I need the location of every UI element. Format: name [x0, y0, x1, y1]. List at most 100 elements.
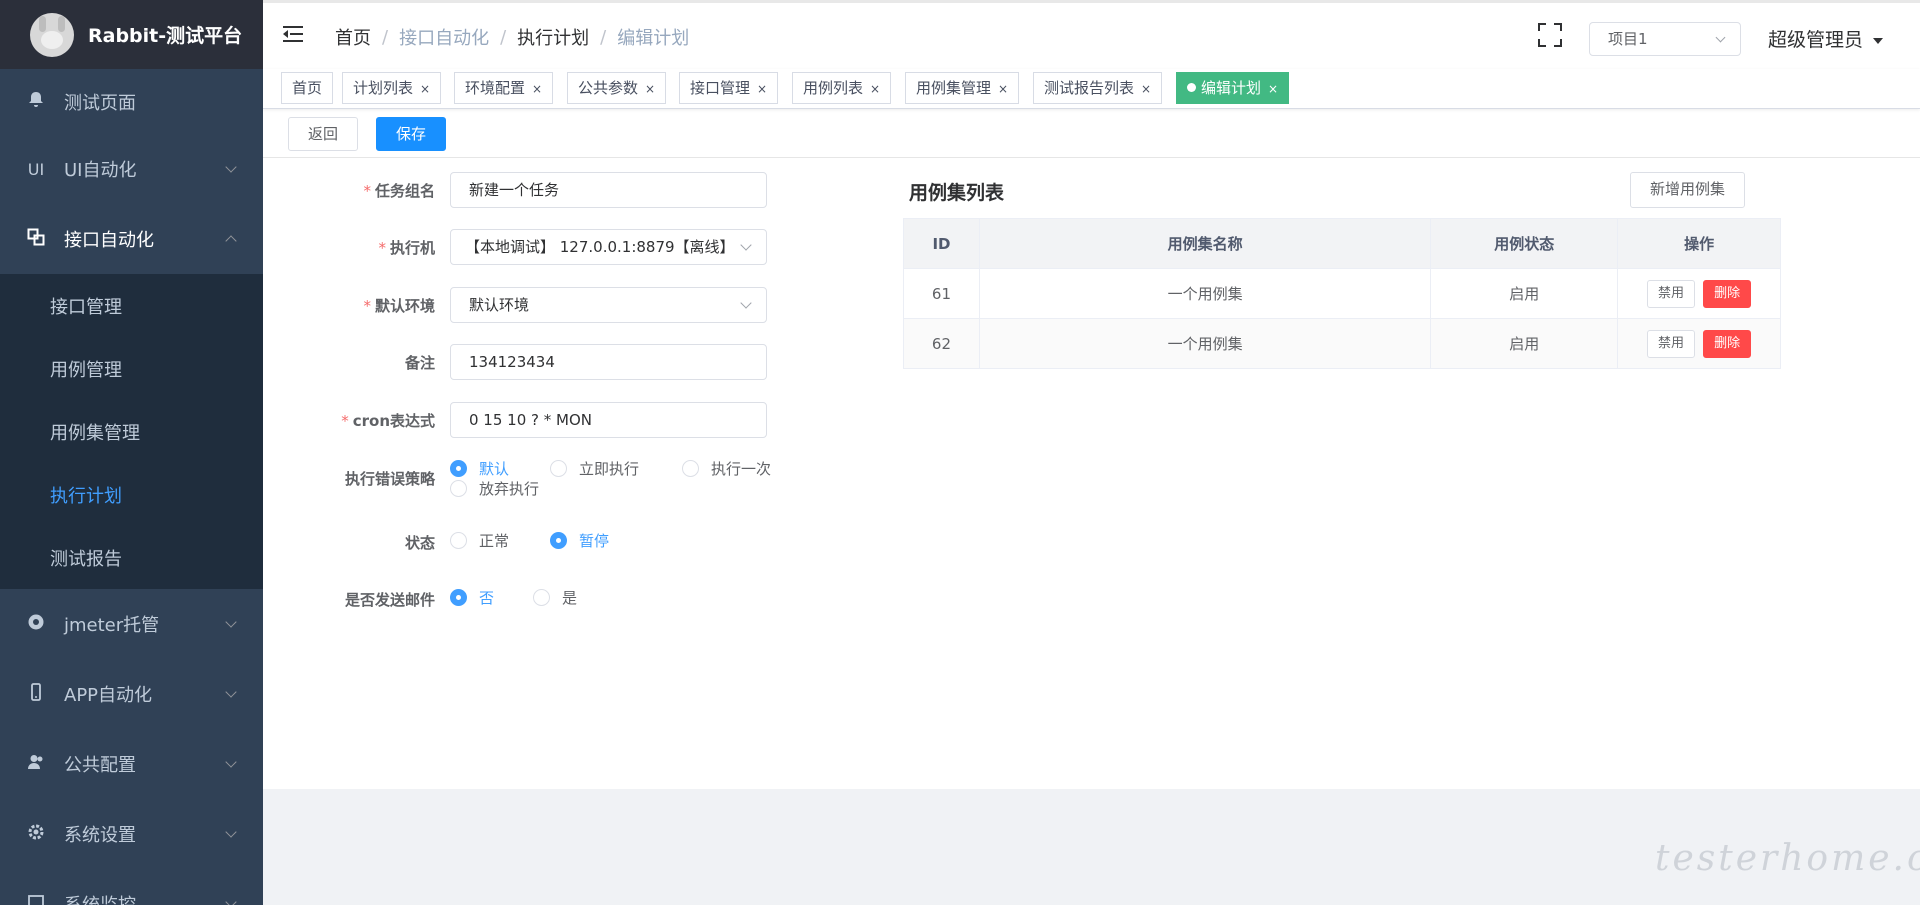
caseset-list-title: 用例集列表 [909, 182, 1005, 204]
radio-circle [533, 589, 550, 606]
sidebar-item-caseset-manage[interactable]: 用例集管理 [0, 400, 263, 463]
sidebar-item-test-report[interactable]: 测试报告 [0, 526, 263, 589]
menu-label: 接口自动化 [64, 230, 154, 251]
back-button[interactable]: 返回 [288, 117, 358, 151]
cell-name: 一个用例集 [979, 318, 1432, 369]
radio-circle [550, 532, 567, 549]
project-select[interactable]: 项目1 [1589, 22, 1741, 56]
status-radio-paused[interactable]: 暂停 [550, 530, 609, 551]
cron-label: * cron表达式 [341, 412, 435, 430]
tag-label: 用例列表 [803, 79, 864, 97]
breadcrumb-home[interactable]: 首页 [335, 24, 371, 50]
monitor-icon [26, 893, 46, 905]
disable-button[interactable]: 禁用 [1647, 279, 1696, 308]
user-dropdown[interactable]: 超级管理员 [1768, 25, 1884, 52]
strategy-radio-immediate[interactable]: 立即执行 [550, 458, 639, 479]
menu-item-test-page[interactable]: 测试页面 [0, 69, 263, 134]
menu-item-ui-automation[interactable]: UI UI自动化 [0, 134, 263, 204]
watermark: testerhome.com [1655, 838, 1920, 879]
tag-env-config[interactable]: 环境配置 × [454, 72, 554, 104]
form-row-env: * 默认环境 默认环境 [263, 287, 783, 323]
form-row-name: * 任务组名 新建一个任务 [263, 172, 783, 208]
close-icon[interactable]: × [757, 82, 767, 96]
column-header-actions: 操作 [1617, 218, 1781, 269]
caseset-table: ID 用例集名称 用例状态 操作 61 一个用例集 启用 禁用 删除 62 一个用… [903, 218, 1781, 369]
strategy-radio-default[interactable]: 默认 [450, 458, 509, 479]
form-row-strategy: 执行错误策略 默认 立即执行 执行一次 放弃执行 [263, 458, 783, 502]
cell-actions: 禁用 删除 [1617, 268, 1781, 319]
logo[interactable]: Rabbit-测试平台 [0, 0, 263, 69]
email-radio-yes[interactable]: 是 [533, 587, 577, 608]
status-radio-normal[interactable]: 正常 [450, 530, 509, 551]
sidebar-item-interface-manage[interactable]: 接口管理 [0, 274, 263, 337]
tag-plan-list[interactable]: 计划列表 × [342, 72, 442, 104]
menu-label: 测试页面 [64, 92, 136, 114]
menu-item-jmeter[interactable]: jmeter托管 [0, 589, 263, 659]
executor-value: 【本地调试】 127.0.0.1:8879【离线】 [465, 238, 735, 256]
table-header-row: ID 用例集名称 用例状态 操作 [903, 218, 1781, 269]
executor-select[interactable]: 【本地调试】 127.0.0.1:8879【离线】 [450, 229, 767, 265]
env-select[interactable]: 默认环境 [450, 287, 767, 323]
menu-item-system-monitor[interactable]: 系统监控 [0, 869, 263, 905]
menu-item-system-settings[interactable]: 系统设置 [0, 799, 263, 869]
cron-input[interactable]: 0 15 10 ? * MON [450, 402, 767, 438]
user-name: 超级管理员 [1768, 29, 1864, 51]
chrome-icon [26, 613, 46, 636]
bell-icon [26, 90, 46, 113]
sidebar-item-case-manage[interactable]: 用例管理 [0, 337, 263, 400]
breadcrumb-separator: / [382, 26, 389, 48]
tag-case-list[interactable]: 用例列表 × [792, 72, 892, 104]
tag-label: 接口管理 [690, 79, 751, 97]
breadcrumb: 首页 / 接口自动化 / 执行计划 / 编辑计划 [335, 24, 689, 50]
menu-item-public-config[interactable]: 公共配置 [0, 729, 263, 799]
strategy-radio-once[interactable]: 执行一次 [682, 458, 771, 479]
menu-item-app-automation[interactable]: APP自动化 [0, 659, 263, 729]
tag-public-params[interactable]: 公共参数 × [567, 72, 667, 104]
remark-input[interactable]: 134123434 [450, 344, 767, 380]
save-button[interactable]: 保存 [376, 117, 446, 151]
menu-label: jmeter托管 [64, 615, 160, 636]
delete-button[interactable]: 删除 [1703, 329, 1752, 358]
email-label: 是否发送邮件 [344, 591, 435, 609]
close-icon[interactable]: × [870, 82, 880, 96]
strategy-radio-abandon[interactable]: 放弃执行 [450, 478, 539, 499]
hamburger-icon[interactable] [283, 23, 305, 45]
table-row: 61 一个用例集 启用 禁用 删除 [903, 268, 1781, 319]
radio-label: 立即执行 [579, 460, 640, 478]
email-radio-no[interactable]: 否 [450, 587, 494, 608]
disable-button[interactable]: 禁用 [1647, 329, 1696, 358]
radio-circle [450, 480, 467, 497]
tag-label: 环境配置 [465, 79, 526, 97]
close-icon[interactable]: × [1268, 82, 1278, 96]
tag-edit-plan[interactable]: 编辑计划 × [1176, 72, 1290, 104]
tag-report-list[interactable]: 测试报告列表 × [1033, 72, 1163, 104]
form-row-remark: 备注 134123434 [263, 344, 783, 380]
task-name-value: 新建一个任务 [469, 181, 560, 199]
tag-label: 编辑计划 [1201, 79, 1262, 97]
add-caseset-button[interactable]: 新增用例集 [1630, 172, 1745, 208]
active-dot-icon [1187, 83, 1196, 92]
caret-down-icon [1873, 37, 1884, 44]
delete-button[interactable]: 删除 [1703, 279, 1752, 308]
close-icon[interactable]: × [998, 82, 1008, 96]
table-row: 62 一个用例集 启用 禁用 删除 [903, 318, 1781, 369]
menu-item-interface-automation[interactable]: 接口自动化 [0, 204, 263, 274]
cell-id: 62 [903, 318, 980, 369]
chevron-down-icon [740, 239, 752, 251]
fullscreen-icon[interactable] [1538, 23, 1562, 47]
chevron-down-icon [225, 896, 237, 905]
breadcrumb-edit-plan: 编辑计划 [617, 28, 690, 49]
close-icon[interactable]: × [1141, 82, 1151, 96]
close-icon[interactable]: × [645, 82, 655, 96]
breadcrumb-exec-plan[interactable]: 执行计划 [517, 24, 589, 50]
status-label: 状态 [404, 534, 435, 552]
tag-interface-manage[interactable]: 接口管理 × [679, 72, 779, 104]
breadcrumb-interface-automation[interactable]: 接口自动化 [399, 24, 489, 50]
close-icon[interactable]: × [420, 82, 430, 96]
close-icon[interactable]: × [532, 82, 542, 96]
sidebar-item-exec-plan[interactable]: 执行计划 [0, 463, 263, 526]
tag-home[interactable]: 首页 [281, 72, 334, 104]
chevron-down-icon [740, 297, 752, 309]
task-name-input[interactable]: 新建一个任务 [450, 172, 767, 208]
tag-caseset-manage[interactable]: 用例集管理 × [905, 72, 1020, 104]
